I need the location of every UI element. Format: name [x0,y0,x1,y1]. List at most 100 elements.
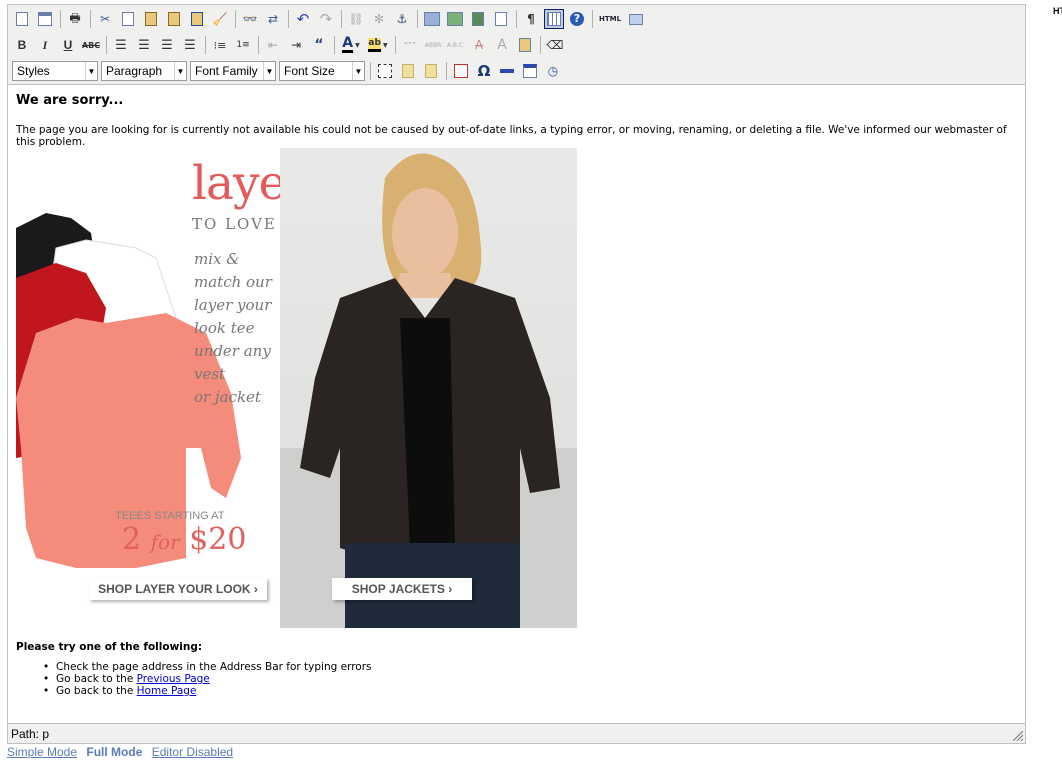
move-forward-button[interactable] [398,61,418,81]
resize-handle-icon[interactable] [1013,731,1023,741]
bold-button[interactable]: B [12,35,32,55]
styles-select[interactable]: Styles ▼ [12,61,98,81]
absolute-position-button[interactable] [451,61,471,81]
paste-word-button[interactable] [187,9,207,29]
print-button[interactable]: 🖶 [65,9,85,29]
show-paragraphs-button[interactable]: ¶ [521,9,541,29]
undo-button[interactable]: ↶ [293,9,313,29]
strikethrough-button[interactable]: ABC [81,35,101,55]
unlink-button[interactable]: ✻ [369,9,389,29]
insert-layer-button[interactable] [375,61,395,81]
html-source-button[interactable]: HTML [597,9,623,29]
cleanup-button[interactable]: 🧹 [210,9,230,29]
previous-page-link[interactable]: Previous Page [137,673,210,685]
toolbar-separator [446,62,447,80]
shop-layer-button[interactable]: SHOP LAYER YOUR LOOK › [89,578,267,600]
price-value: $20 [189,522,247,557]
abbr-icon: ABBR [424,41,442,49]
remove-format-button[interactable]: ⌫ [545,35,565,55]
editor-content[interactable]: We are sorry... The page you are looking… [16,93,1016,628]
insert-media-button[interactable] [468,9,488,29]
blockquote-button[interactable]: “ [309,35,329,55]
editor-disabled-link[interactable]: Editor Disabled [152,745,233,759]
editor-mode-switcher: Simple Mode Full Mode Editor Disabled [7,745,239,759]
deletion-button[interactable]: A [469,35,489,55]
pilcrow-icon: ¶ [527,12,535,26]
toolbar-separator [370,62,371,80]
move-backward-button[interactable] [421,61,441,81]
full-mode-label: Full Mode [86,745,143,759]
bullet-list-button[interactable]: ⁝≡ [210,35,230,55]
cut-button[interactable]: ✂ [95,9,115,29]
chevron-down-icon: ▼ [352,62,364,80]
redo-button[interactable]: ↷ [316,9,336,29]
editor-statusbar: Path: p [8,723,1025,743]
element-path: Path: p [11,726,50,741]
html-icon: HTML [598,15,622,23]
toolbar-separator [334,36,335,54]
align-left-button[interactable]: ☰ [111,35,131,55]
promo-right-panel: SHOP JACKETS › [280,148,577,628]
insert-link-button[interactable]: ⛓ [346,9,366,29]
bold-icon: B [17,38,27,52]
paste-button[interactable] [141,9,161,29]
chevron-down-icon: ▼ [263,62,275,80]
highlight-color-button[interactable]: ab ▼ [366,35,390,55]
anchor-button[interactable]: ⚓ [392,9,412,29]
bullet-list-icon: ⁝≡ [213,38,227,52]
help-icon: ? [570,12,584,26]
italic-button[interactable]: I [35,35,55,55]
indent-button[interactable]: ⇥ [286,35,306,55]
styles-select-label: Styles [17,64,50,78]
new-document-icon [16,12,28,26]
numbered-list-button[interactable]: 1≡ [233,35,253,55]
fullscreen-button[interactable] [626,9,646,29]
format-select-label: Paragraph [106,64,163,78]
toolbar-separator [106,36,107,54]
replace-button[interactable]: ⇄ [263,9,283,29]
insertion-button[interactable]: A [492,35,512,55]
align-center-button[interactable]: ☰ [134,35,154,55]
visual-aid-button[interactable] [544,9,564,29]
toolbar-separator [288,10,289,28]
strikethrough-icon: ABC [81,40,101,50]
help-button[interactable]: ? [567,9,587,29]
home-page-link[interactable]: Home Page [137,685,197,697]
paste-text-button[interactable] [164,9,184,29]
attributes-button[interactable] [515,35,535,55]
outdent-button[interactable]: ⇤ [263,35,283,55]
paste-word-icon [191,12,203,26]
insert-picture-button[interactable] [445,9,465,29]
special-char-button[interactable]: Ω [474,61,494,81]
simple-mode-link[interactable]: Simple Mode [7,745,77,759]
cite-button[interactable]: “”” [400,35,420,55]
grid-icon [547,12,561,26]
unlink-icon: ✻ [373,12,385,26]
shop-jackets-button[interactable]: SHOP JACKETS › [332,578,472,600]
font-family-select[interactable]: Font Family ▼ [190,61,276,81]
font-size-select[interactable]: Font Size ▼ [279,61,365,81]
font-color-button[interactable]: A ▼ [339,35,363,55]
toolbar-separator [395,36,396,54]
list-item: Go back to the Previous Page [43,673,372,685]
edit-button[interactable] [491,9,511,29]
insert-image-button[interactable] [422,9,442,29]
omega-icon: Ω [477,62,491,80]
promo-text: mix & match our layer your look tee unde… [194,248,280,409]
abbr-button[interactable]: ABBR [423,35,443,55]
price-count: 2 [122,522,142,557]
underline-button[interactable]: U [58,35,78,55]
new-document-button[interactable] [12,9,32,29]
insert-time-button[interactable]: ◷ [543,61,563,81]
acronym-button[interactable]: A.B.C. [446,35,466,55]
insert-date-button[interactable] [520,61,540,81]
find-button[interactable]: 👓 [240,9,260,29]
move-backward-icon [425,64,437,78]
align-right-button[interactable]: ☰ [157,35,177,55]
horizontal-rule-button[interactable] [497,61,517,81]
promo-line: or jacket [194,388,261,406]
copy-button[interactable] [118,9,138,29]
format-select[interactable]: Paragraph ▼ [101,61,187,81]
align-justify-button[interactable]: ☰ [180,35,200,55]
templates-button[interactable] [35,9,55,29]
